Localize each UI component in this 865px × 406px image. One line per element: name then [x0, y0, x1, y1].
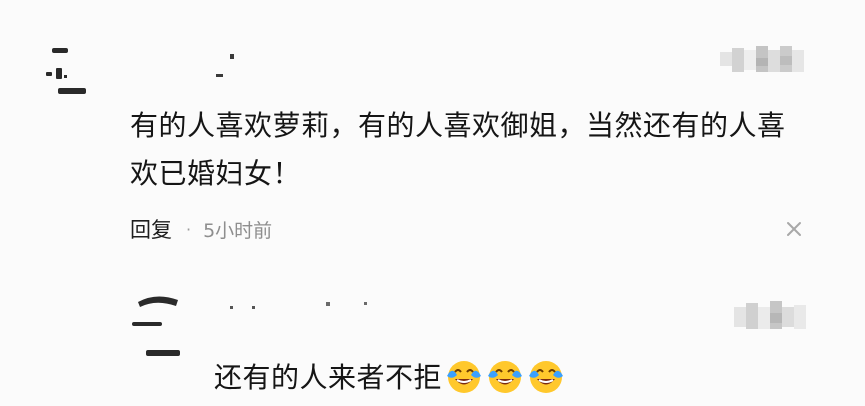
blurred-badge	[718, 40, 814, 80]
timestamp: 5小时前	[203, 219, 273, 242]
avatar-redacted-marks	[46, 48, 86, 94]
blurred-badge	[732, 297, 816, 337]
username-redacted-marks	[230, 302, 367, 309]
comment-item: 有的人喜欢萝莉，有的人喜欢御姐，当然还有的人喜欢已婚妇女！ 回复 · 5小时前	[0, 0, 865, 270]
separator-dot: ·	[186, 219, 192, 239]
pixelated-patch	[720, 46, 804, 72]
avatar[interactable]	[42, 42, 98, 100]
comment-thread: 有的人喜欢萝莉，有的人喜欢御姐，当然还有的人喜欢已婚妇女！ 回复 · 5小时前	[0, 0, 865, 406]
close-icon	[787, 222, 801, 236]
laughing-crying-emoji-icon	[488, 361, 523, 393]
close-button[interactable]	[782, 217, 806, 241]
laughing-crying-emoji-icon	[529, 361, 564, 393]
avatar[interactable]	[126, 290, 190, 360]
comment-text: 有的人喜欢萝莉，有的人喜欢御姐，当然还有的人喜欢已婚妇女！	[130, 109, 786, 190]
username[interactable]	[140, 46, 250, 84]
emoji-group	[444, 356, 567, 396]
reply-text: 还有的人来者不拒	[214, 361, 443, 394]
pixelated-patch	[734, 301, 806, 329]
laughing-crying-emoji-icon	[447, 361, 482, 393]
username[interactable]	[214, 296, 394, 320]
reply-content: 还有的人来者不拒	[214, 352, 567, 400]
comment-meta: 回复 · 5小时前	[130, 212, 272, 246]
avatar-redacted-marks	[132, 296, 180, 356]
username-redacted-marks	[216, 54, 234, 77]
reply-button[interactable]: 回复	[130, 214, 172, 244]
